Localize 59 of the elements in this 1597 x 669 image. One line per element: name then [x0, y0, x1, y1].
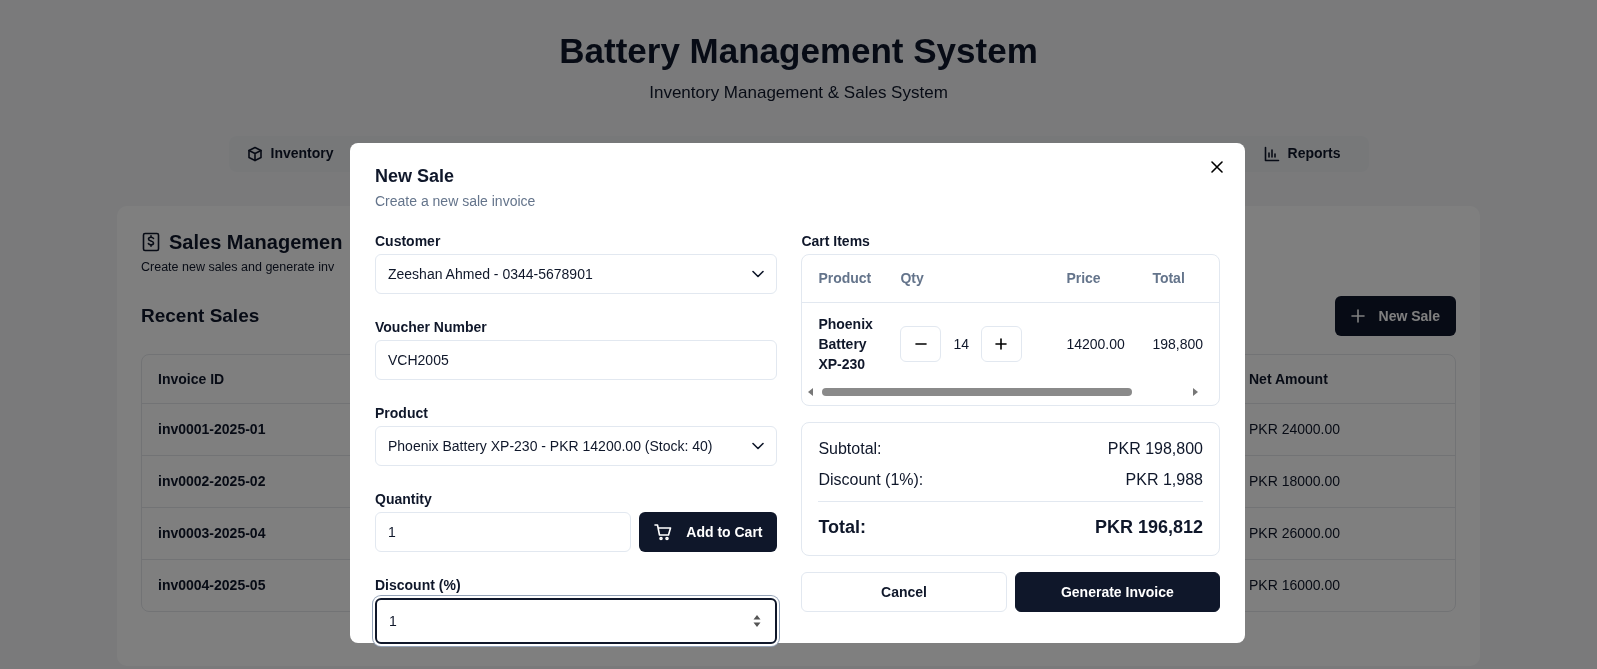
generate-invoice-button[interactable]: Generate Invoice — [1014, 572, 1220, 612]
total-label: Total: — [818, 516, 867, 539]
cart-icon — [654, 523, 673, 541]
number-field[interactable]: 1 — [375, 598, 778, 644]
section-description: Create new sales and generate inv — [141, 258, 335, 276]
increase-button[interactable] — [980, 326, 1022, 362]
spinner-arrows-icon — [753, 614, 762, 628]
column-header: Qty — [900, 269, 925, 288]
section-heading: Sales Managemen — [169, 229, 343, 255]
column-header: Invoice ID — [158, 369, 226, 389]
field-label: Quantity — [375, 490, 433, 508]
app-title: Battery Management System — [558, 30, 1039, 72]
add-to-cart-button[interactable]: Add to Cart — [639, 512, 778, 552]
quantity-field[interactable]: 1 — [375, 512, 632, 552]
summary-label: Subtotal: — [818, 439, 882, 459]
input-field[interactable]: VCH2005 — [375, 340, 778, 380]
column-header: Product — [818, 269, 873, 288]
table-cell-text: PKR 18000.00 — [1249, 472, 1342, 492]
close-button[interactable] — [1209, 159, 1225, 175]
section-label: Cart Items — [801, 232, 871, 250]
column-header: Price — [1066, 269, 1102, 288]
table-cell-text: PKR 16000.00 — [1249, 576, 1342, 596]
summary-label: Discount (1%): — [818, 470, 924, 490]
summary-value: PKR 198,800 — [1107, 439, 1203, 459]
nav-tab[interactable]: Reports — [1261, 141, 1343, 166]
chevron-down-icon — [752, 270, 765, 278]
table-cell-text: PKR 24000.00 — [1249, 420, 1342, 440]
recent-sales-heading: Recent Sales — [141, 304, 260, 328]
column-header: Total — [1152, 269, 1186, 288]
total-value: PKR 196,812 — [1094, 516, 1203, 539]
dropdown[interactable]: Phoenix Battery XP-230 - PKR 14200.00 (Stock: 40) — [375, 426, 778, 466]
table-cell-text: inv0003-2025-04 — [158, 524, 267, 544]
column-header: Net Amount — [1249, 369, 1329, 389]
table-cell-text: 198,800 — [1152, 334, 1203, 354]
bar-chart-icon — [1263, 145, 1280, 162]
quantity-value: 14 — [953, 334, 969, 354]
plus-icon — [995, 338, 1008, 350]
table-cell-text: 14200.00 — [1066, 334, 1126, 354]
cube-icon — [246, 145, 263, 162]
dropdown[interactable]: Zeeshan Ahmed - 0344-5678901 — [375, 254, 778, 294]
field-label: Product — [375, 404, 429, 422]
cancel-button[interactable]: Cancel — [801, 572, 1007, 612]
new-sale-button[interactable]: New Sale — [1334, 296, 1456, 337]
table-cell-text: Phoenix Battery XP-230 — [818, 315, 874, 374]
plus-icon — [1350, 309, 1365, 324]
table-cell-text: PKR 26000.00 — [1249, 524, 1342, 544]
field-label: Customer — [375, 232, 442, 250]
field-label: Discount (%) — [375, 576, 462, 594]
dollar-icon — [141, 231, 161, 252]
summary-value: PKR 1,988 — [1125, 470, 1203, 490]
chevron-down-icon — [752, 442, 765, 450]
field-label: Voucher Number — [375, 318, 488, 336]
table-cell-text: inv0002-2025-02 — [158, 472, 267, 492]
dialog-subtitle: Create a new sale invoice — [375, 192, 537, 211]
table-cell-text: inv0001-2025-01 — [158, 420, 267, 440]
app-subtitle: Inventory Management & Sales System — [649, 82, 948, 104]
nav-tab[interactable]: Inventory — [244, 141, 336, 166]
close-icon — [1211, 161, 1223, 173]
dialog-title: New Sale — [375, 165, 456, 187]
